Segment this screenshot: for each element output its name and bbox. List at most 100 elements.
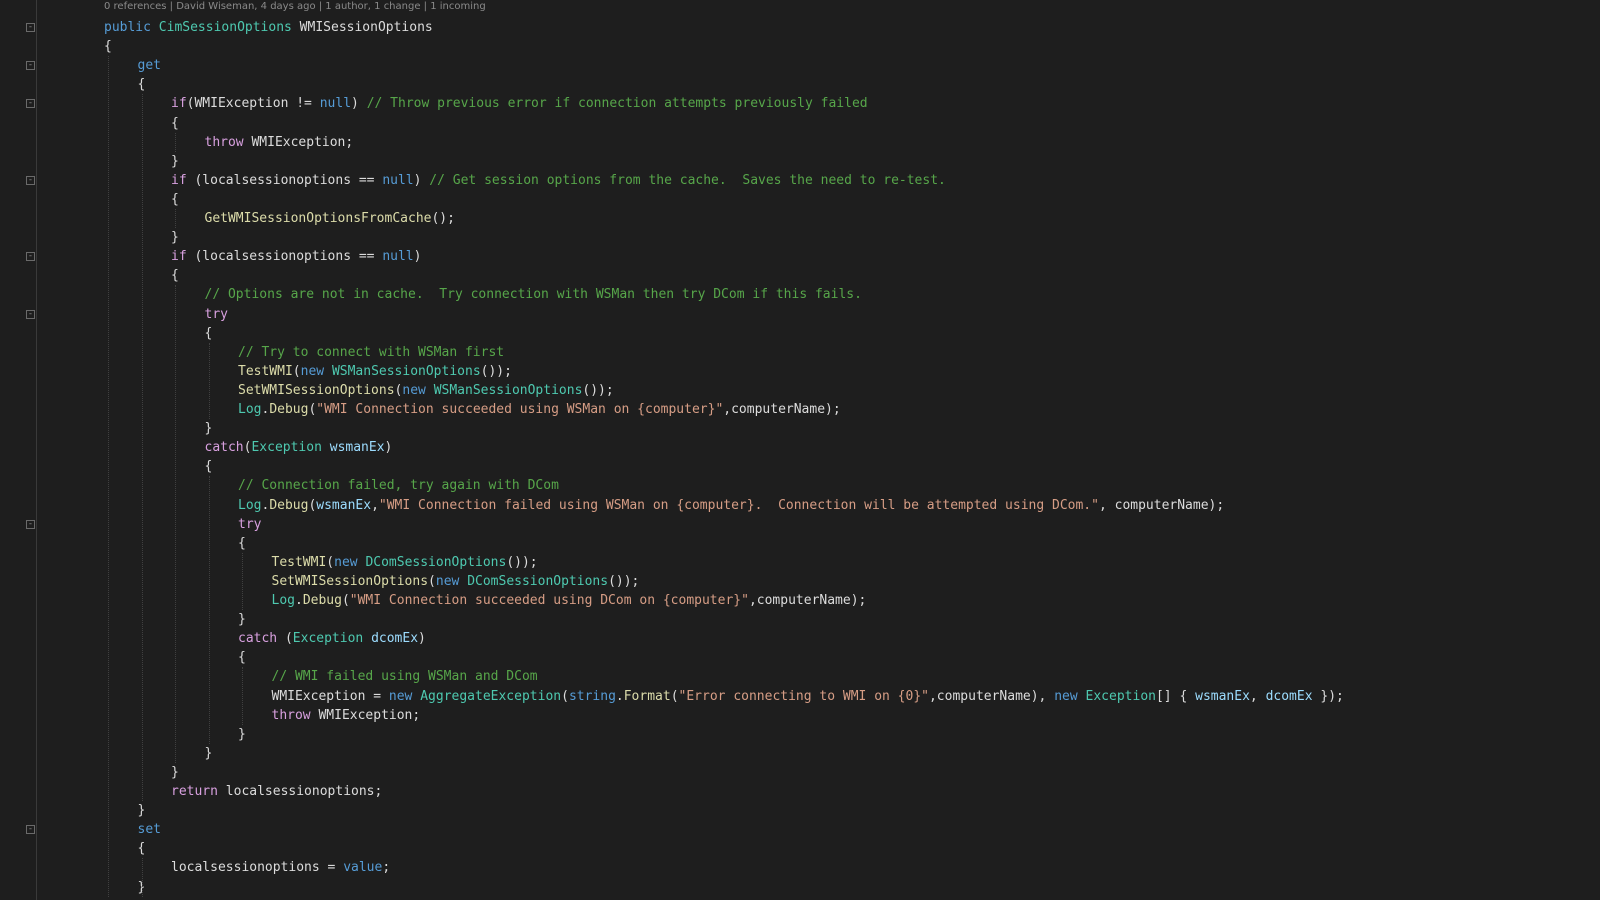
code-line[interactable]: // Connection failed, try again with DCo… bbox=[238, 476, 559, 495]
code-area[interactable]: 0 references | David Wiseman, 4 days ago… bbox=[44, 0, 1600, 900]
code-token: ) bbox=[418, 631, 426, 647]
code-line[interactable]: { bbox=[138, 75, 146, 94]
indent-guide bbox=[175, 132, 176, 152]
code-line[interactable]: } bbox=[138, 801, 146, 820]
code-line[interactable]: // WMI failed using WSMan and DCom bbox=[272, 667, 538, 686]
code-token: ()); bbox=[480, 363, 512, 379]
code-token: } bbox=[171, 153, 179, 169]
code-token: Debug bbox=[302, 593, 342, 608]
fold-toggle-icon[interactable]: - bbox=[26, 519, 35, 529]
code-line[interactable]: { bbox=[238, 534, 246, 553]
fold-toggle-icon[interactable]: - bbox=[26, 309, 35, 319]
code-line[interactable]: TestWMI(new DComSessionOptions()); bbox=[272, 553, 538, 572]
code-token: WSManSessionOptions bbox=[331, 363, 481, 379]
code-line[interactable]: try bbox=[205, 305, 228, 324]
code-line[interactable]: Log.Debug(wsmanEx,"WMI Connection failed… bbox=[238, 496, 1224, 515]
code-token: ()); bbox=[582, 382, 614, 398]
fold-toggle-icon[interactable]: - bbox=[26, 23, 35, 32]
code-line[interactable]: Log.Debug("WMI Connection succeeded usin… bbox=[272, 591, 867, 610]
indent-guide bbox=[141, 94, 143, 802]
code-token: ( bbox=[341, 593, 350, 608]
fold-toggle-icon[interactable]: - bbox=[26, 175, 35, 185]
code-token: [] { bbox=[1155, 688, 1196, 704]
indent-guide bbox=[208, 342, 210, 420]
code-line[interactable]: throw WMIException; bbox=[205, 133, 354, 152]
code-token: WMIException = bbox=[271, 688, 389, 704]
code-token: dcomEx bbox=[371, 631, 419, 647]
code-line[interactable]: { bbox=[205, 457, 213, 476]
code-token: Debug bbox=[269, 402, 309, 417]
code-line[interactable]: { bbox=[171, 114, 179, 133]
code-token: AggregateException bbox=[420, 688, 562, 704]
code-line[interactable]: WMIException = new AggregateException(st… bbox=[272, 687, 1344, 706]
code-token: SetWMISessionOptions bbox=[271, 573, 429, 589]
fold-toggle-icon[interactable]: - bbox=[26, 61, 35, 71]
code-line[interactable]: return localsessionoptions; bbox=[171, 782, 382, 801]
code-line[interactable]: public CimSessionOptions WMISessionOptio… bbox=[104, 18, 433, 37]
code-token: null bbox=[382, 249, 414, 265]
code-line[interactable]: { bbox=[171, 190, 179, 209]
code-line[interactable]: set bbox=[138, 820, 161, 839]
code-token: ()); bbox=[506, 554, 538, 570]
code-line[interactable]: } bbox=[238, 725, 246, 744]
code-line[interactable]: if(WMIException != null) // Throw previo… bbox=[171, 94, 868, 113]
code-token: wsmanEx bbox=[1195, 688, 1250, 704]
code-token: Exception bbox=[292, 631, 372, 647]
code-token: dcomEx bbox=[1265, 688, 1313, 704]
code-line[interactable]: } bbox=[171, 763, 179, 782]
code-line[interactable]: get bbox=[138, 56, 161, 75]
code-line[interactable]: } bbox=[205, 419, 213, 438]
code-line[interactable]: { bbox=[238, 648, 246, 667]
code-line[interactable]: GetWMISessionOptionsFromCache(); bbox=[205, 209, 455, 228]
code-line[interactable]: try bbox=[238, 515, 261, 534]
code-token: new bbox=[388, 688, 421, 704]
code-line[interactable]: { bbox=[171, 266, 179, 285]
code-token: WMIException; bbox=[310, 707, 421, 723]
code-token: { bbox=[204, 459, 213, 475]
code-line[interactable]: if (localsessionoptions == null) // Get … bbox=[171, 171, 946, 190]
code-token: ) bbox=[384, 440, 393, 456]
code-line[interactable]: } bbox=[205, 744, 213, 763]
code-line[interactable]: catch (Exception dcomEx) bbox=[238, 629, 426, 648]
codelens-references[interactable]: 0 references | David Wiseman, 4 days ago… bbox=[104, 1, 486, 12]
code-token: // Try to connect with WSMan first bbox=[238, 344, 505, 360]
code-line[interactable]: } bbox=[171, 152, 179, 171]
code-line[interactable]: } bbox=[238, 610, 246, 629]
fold-toggle-icon[interactable]: - bbox=[26, 252, 35, 262]
code-token: { bbox=[171, 268, 179, 284]
code-editor[interactable]: - - - - - - - - 0 references | David Wiseman, 4… bbox=[0, 0, 1600, 900]
code-token: Debug bbox=[269, 497, 309, 513]
code-token: . bbox=[615, 688, 624, 704]
code-token: try bbox=[238, 516, 262, 532]
code-token: } bbox=[204, 421, 213, 437]
code-line[interactable]: { bbox=[138, 839, 146, 858]
code-line[interactable]: if (localsessionoptions == null) bbox=[171, 247, 421, 266]
code-line[interactable]: Log.Debug("WMI Connection succeeded usin… bbox=[238, 400, 841, 419]
code-line[interactable]: catch(Exception wsmanEx) bbox=[205, 438, 393, 457]
code-token: ) bbox=[351, 96, 367, 112]
code-token: ) bbox=[413, 249, 422, 265]
code-token: } bbox=[171, 764, 179, 780]
code-token: } bbox=[238, 726, 246, 742]
code-token: catch bbox=[238, 631, 278, 647]
code-token: Log bbox=[238, 402, 262, 417]
code-line[interactable]: { bbox=[205, 324, 213, 343]
code-line[interactable]: SetWMISessionOptions(new DComSessionOpti… bbox=[272, 572, 640, 591]
code-token: ,computerName); bbox=[748, 593, 867, 608]
code-line[interactable]: TestWMI(new WSManSessionOptions()); bbox=[238, 362, 512, 381]
code-line[interactable]: throw WMIException; bbox=[272, 706, 421, 725]
code-token: DComSessionOptions bbox=[467, 573, 609, 589]
code-line[interactable]: // Try to connect with WSMan first bbox=[238, 343, 504, 362]
fold-toggle-icon[interactable]: - bbox=[26, 825, 35, 835]
fold-toggle-icon[interactable]: - bbox=[26, 99, 35, 109]
code-token: (); bbox=[431, 211, 455, 226]
code-token: ,computerName), bbox=[928, 688, 1055, 704]
code-line[interactable]: localsessionoptions = value; bbox=[171, 858, 390, 877]
code-token: WMISessionOptions bbox=[291, 20, 433, 35]
code-line[interactable]: } bbox=[171, 228, 179, 247]
code-token: // Throw previous error if connection at… bbox=[366, 96, 868, 112]
code-token: if bbox=[171, 172, 187, 188]
code-line[interactable]: // Options are not in cache. Try connect… bbox=[205, 285, 862, 304]
code-line[interactable]: { bbox=[104, 37, 112, 56]
code-line[interactable]: SetWMISessionOptions(new WSManSessionOpt… bbox=[238, 381, 614, 400]
